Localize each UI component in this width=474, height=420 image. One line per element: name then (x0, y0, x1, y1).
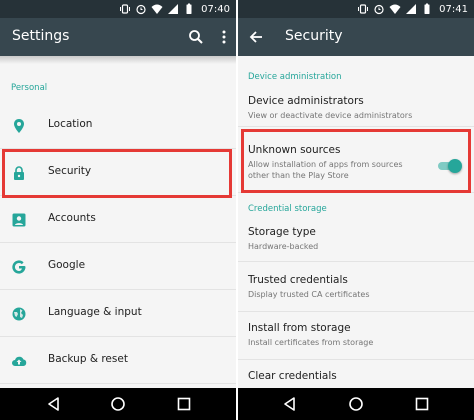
screenshot-frame: 07:40 Settings Personal Location Securit… (0, 0, 474, 420)
item-title: Trusted credentials (248, 274, 348, 286)
nav-recents-icon[interactable] (176, 396, 192, 412)
toggle-thumb (448, 159, 462, 173)
app-toolbar: Security (238, 18, 474, 56)
security-list: Device administration Device administrat… (238, 56, 474, 388)
nav-bar (0, 388, 236, 420)
settings-item-accounts[interactable]: Accounts (0, 197, 236, 243)
settings-item-label: Google (48, 259, 86, 271)
section-header-credential-storage: Credential storage (248, 204, 327, 214)
signal-icon (168, 4, 179, 14)
scroll-shadow (0, 56, 236, 64)
search-icon[interactable] (186, 27, 206, 47)
settings-item-label: Security (48, 165, 92, 177)
section-header-device-administration: Device administration (248, 72, 342, 82)
status-bar: 07:41 (238, 0, 474, 18)
settings-item-backup-reset[interactable]: Backup & reset (0, 338, 236, 384)
battery-icon (424, 3, 430, 14)
globe-icon (11, 306, 27, 322)
wifi-icon (389, 4, 401, 14)
alarm-icon (136, 4, 146, 15)
security-item-install-from-storage[interactable]: Install from storage Install certificate… (238, 314, 474, 360)
account-box-icon (11, 212, 27, 228)
status-bar: 07:40 (0, 0, 236, 18)
settings-screen: 07:40 Settings Personal Location Securit… (0, 0, 236, 420)
more-vert-icon[interactable] (214, 27, 234, 47)
security-screen: 07:41 Security Device administration Dev… (238, 0, 474, 420)
arrow-back-icon[interactable] (246, 27, 266, 47)
settings-item-label: Backup & reset (48, 353, 128, 365)
security-item-clear-credentials[interactable]: Clear credentials (238, 362, 474, 388)
item-summary: Hardware-backed (248, 242, 319, 251)
app-toolbar: Settings (0, 18, 236, 56)
settings-item-label: Language & input (48, 306, 142, 318)
security-item-trusted-credentials[interactable]: Trusted credentials Display trusted CA c… (238, 266, 474, 312)
status-clock: 07:41 (439, 3, 468, 15)
security-item-device-administrators[interactable]: Device administrators View or deactivate… (238, 87, 474, 127)
alarm-icon (374, 4, 384, 15)
nav-back-icon[interactable] (282, 396, 298, 412)
section-header-personal: Personal (11, 83, 48, 93)
item-summary: Display trusted CA certificates (248, 290, 370, 299)
item-title: Device administrators (248, 95, 364, 107)
nav-bar (238, 388, 474, 420)
settings-item-label: Location (48, 118, 93, 130)
toolbar-title: Security (285, 28, 343, 44)
status-clock: 07:40 (201, 3, 230, 15)
item-summary: Install certificates from storage (248, 338, 374, 347)
settings-item-location[interactable]: Location (0, 103, 236, 149)
vibrate-icon (120, 4, 131, 14)
nav-back-icon[interactable] (46, 396, 62, 412)
nav-recents-icon[interactable] (414, 396, 430, 412)
security-item-storage-type: Storage type Hardware-backed (238, 218, 474, 262)
status-icons: 07:41 (357, 2, 468, 16)
status-icons: 07:40 (119, 2, 230, 16)
vibrate-icon (358, 4, 369, 14)
item-title: Unknown sources (248, 144, 341, 156)
google-g-icon (11, 259, 27, 275)
nav-home-icon[interactable] (110, 396, 126, 412)
settings-item-label: Accounts (48, 212, 96, 224)
settings-item-google[interactable]: Google (0, 244, 236, 290)
item-title: Storage type (248, 226, 316, 238)
item-summary: Allow installation of apps from sources … (248, 160, 403, 180)
item-summary: View or deactivate device administrators (248, 111, 413, 120)
item-title: Install from storage (248, 322, 351, 334)
settings-item-language-input[interactable]: Language & input (0, 291, 236, 337)
settings-item-security[interactable]: Security (0, 150, 236, 196)
security-item-unknown-sources[interactable]: Unknown sources Allow installation of ap… (238, 129, 474, 193)
wifi-icon (151, 4, 163, 14)
cloud-upload-icon (11, 353, 27, 369)
lock-icon (11, 165, 27, 181)
battery-icon (186, 3, 192, 14)
signal-icon (406, 4, 417, 14)
toolbar-title: Settings (12, 28, 70, 44)
nav-home-icon[interactable] (348, 396, 364, 412)
settings-list: Personal Location Security Accounts Goog… (0, 56, 236, 388)
location-pin-icon (11, 118, 27, 134)
unknown-sources-toggle[interactable] (436, 159, 462, 173)
item-title: Clear credentials (248, 370, 337, 382)
